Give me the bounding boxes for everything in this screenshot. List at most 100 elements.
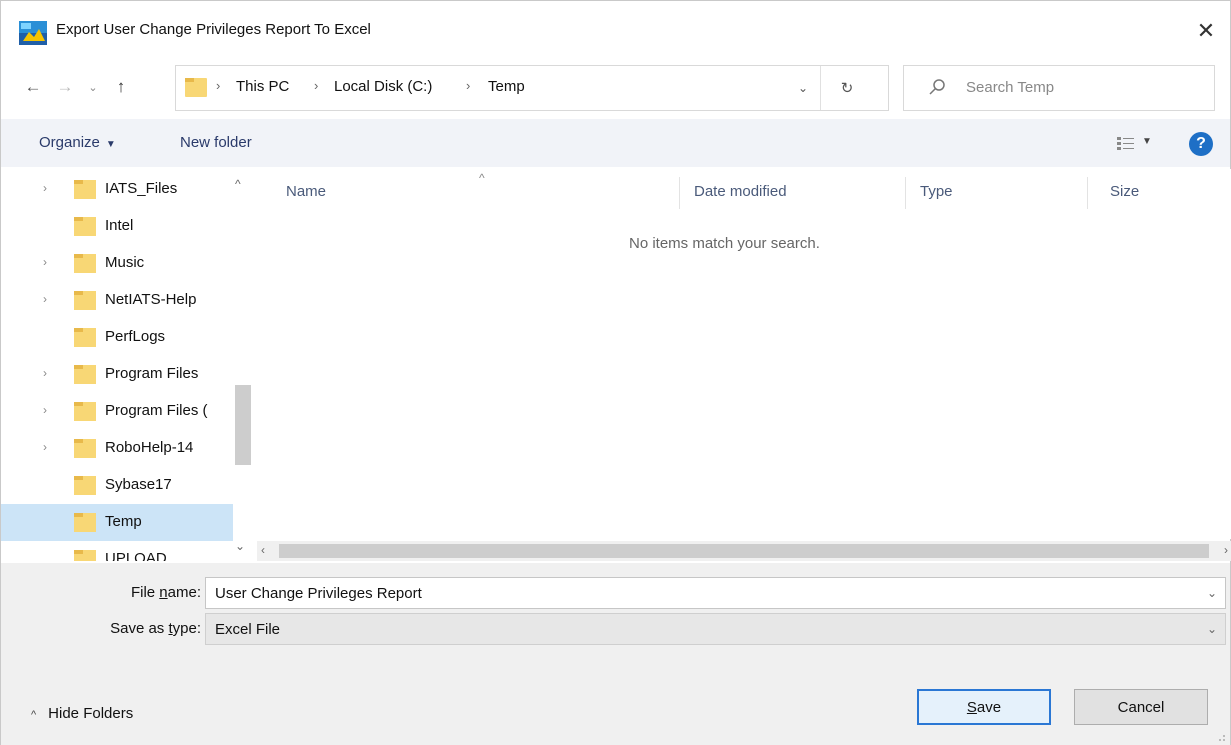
sidebar-item-upload[interactable]: UPLOAD xyxy=(1,541,233,561)
window-title: Export User Change Privileges Report To … xyxy=(56,21,371,38)
close-icon[interactable]: ✕ xyxy=(1182,9,1230,53)
excel-export-app-icon xyxy=(19,21,47,45)
file-name-dropdown-icon[interactable]: ⌄ xyxy=(1207,586,1217,600)
sort-ascending-icon: ^ xyxy=(479,171,485,185)
address-dropdown-icon[interactable]: ⌄ xyxy=(792,76,814,100)
save-options-panel: File name: User Change Privileges Report… xyxy=(1,563,1230,745)
folder-icon xyxy=(74,180,96,199)
expand-chevron-icon[interactable]: › xyxy=(43,403,47,417)
folder-icon xyxy=(74,254,96,273)
sidebar-item-netiats-help[interactable]: › NetIATS-Help xyxy=(1,282,233,319)
folder-icon xyxy=(74,439,96,458)
sidebar-item-label: Temp xyxy=(105,513,142,530)
sidebar-item-label: Intel xyxy=(105,217,134,234)
column-divider xyxy=(1087,177,1088,209)
file-name-value: User Change Privileges Report xyxy=(215,585,422,602)
sidebar-item-iats-files[interactable]: › IATS_Files xyxy=(1,171,233,208)
column-header-date-modified[interactable]: Date modified xyxy=(694,183,787,207)
folder-icon xyxy=(74,328,96,347)
breadcrumb-local-disk[interactable]: Local Disk (C:) xyxy=(334,78,432,95)
sidebar-item-label: Music xyxy=(105,254,145,271)
column-divider xyxy=(905,177,906,209)
sidebar-item-label: Program Files ( xyxy=(105,402,208,419)
nav-pane-scroll-thumb[interactable] xyxy=(235,385,251,465)
horizontal-scroll-thumb[interactable] xyxy=(279,544,1209,558)
organize-button[interactable]: Organize ▼ xyxy=(39,134,116,151)
folder-icon xyxy=(185,78,207,97)
cancel-button[interactable]: Cancel xyxy=(1074,689,1208,725)
sidebar-item-robohelp-14[interactable]: › RoboHelp-14 xyxy=(1,430,233,467)
view-options-button[interactable]: ▼ xyxy=(1116,134,1156,154)
breadcrumb-separator: › xyxy=(314,78,319,93)
folder-icon xyxy=(74,550,96,561)
sidebar-item-label: Program Files xyxy=(105,365,199,382)
search-placeholder: Search Temp xyxy=(966,79,1055,96)
address-divider xyxy=(820,66,821,110)
sidebar-item-label: IATS_Files xyxy=(105,180,178,197)
expand-chevron-icon[interactable]: › xyxy=(43,440,47,454)
back-arrow-icon[interactable]: ← xyxy=(21,75,45,99)
folder-icon xyxy=(74,476,96,495)
scroll-up-icon[interactable]: ^ xyxy=(235,177,241,191)
recent-locations-chevron-icon[interactable]: ⌄ xyxy=(83,75,103,99)
sidebar-item-music[interactable]: › Music xyxy=(1,245,233,282)
column-header-size[interactable]: Size xyxy=(1110,183,1139,207)
sidebar-item-sybase17[interactable]: Sybase17 xyxy=(1,467,233,504)
view-list-icon xyxy=(1117,137,1134,150)
chevron-up-icon: ^ xyxy=(31,709,37,721)
sidebar-item-label: UPLOAD xyxy=(105,550,167,561)
command-toolbar: Organize ▼ New folder ▼ ? xyxy=(1,119,1230,167)
forward-arrow-icon[interactable]: → xyxy=(53,75,77,99)
navigation-pane: › IATS_Files Intel › Music › NetIATS-Help PerfL… xyxy=(1,169,253,561)
breadcrumb-this-pc[interactable]: This PC xyxy=(236,78,289,95)
new-folder-button[interactable]: New folder xyxy=(180,134,252,151)
search-input[interactable]: Search Temp xyxy=(903,65,1215,111)
sidebar-item-program-files[interactable]: › Program Files xyxy=(1,356,233,393)
save-dialog: Export User Change Privileges Report To … xyxy=(0,0,1231,745)
nav-pane-scrollbar[interactable]: ^ ⌄ xyxy=(233,169,253,561)
sidebar-item-perflogs[interactable]: PerfLogs xyxy=(1,319,233,356)
breadcrumb-temp[interactable]: Temp xyxy=(488,78,525,95)
sidebar-item-program-files[interactable]: › Program Files ( xyxy=(1,393,233,430)
address-bar[interactable]: › This PC › Local Disk (C:) › Temp ⌄ ↻ xyxy=(175,65,889,111)
scroll-left-icon[interactable]: ‹ xyxy=(261,543,265,557)
title-bar: Export User Change Privileges Report To … xyxy=(1,1,1230,61)
sidebar-item-temp[interactable]: Temp xyxy=(1,504,233,541)
scroll-right-icon[interactable]: › xyxy=(1224,543,1228,557)
expand-chevron-icon[interactable]: › xyxy=(43,366,47,380)
sidebar-item-label: PerfLogs xyxy=(105,328,166,345)
expand-chevron-icon[interactable]: › xyxy=(43,292,47,306)
up-arrow-icon[interactable]: ↑ xyxy=(109,75,133,99)
search-icon xyxy=(929,79,945,95)
empty-folder-message: No items match your search. xyxy=(629,235,820,252)
file-name-field[interactable]: User Change Privileges Report ⌄ xyxy=(205,577,1226,609)
file-list: ^ Name Date modified Type Size No items … xyxy=(257,169,1231,539)
save-as-type-dropdown-icon: ⌄ xyxy=(1206,622,1217,636)
save-as-type-select[interactable]: Excel File ⌄ xyxy=(205,613,1226,645)
save-button[interactable]: Save xyxy=(917,689,1051,725)
expand-chevron-icon[interactable]: › xyxy=(43,255,47,269)
file-name-label: File name: xyxy=(130,584,201,601)
breadcrumb-separator: › xyxy=(216,78,221,93)
folder-icon xyxy=(74,365,96,384)
scroll-down-icon[interactable]: ⌄ xyxy=(235,539,245,553)
hide-folders-button[interactable]: ^ Hide Folders xyxy=(31,705,133,722)
file-list-horizontal-scrollbar[interactable]: ‹ › xyxy=(257,541,1231,561)
resize-grip-icon[interactable] xyxy=(1216,732,1226,742)
expand-chevron-icon[interactable]: › xyxy=(43,181,47,195)
navigation-bar: ← → ⌄ ↑ › This PC › Local Disk (C:) › Te… xyxy=(1,63,1230,113)
view-caret-icon: ▼ xyxy=(1142,136,1152,147)
folder-icon xyxy=(74,513,96,532)
column-header-type[interactable]: Type xyxy=(920,183,953,207)
sidebar-item-intel[interactable]: Intel xyxy=(1,208,233,245)
folder-icon xyxy=(74,402,96,421)
folder-icon xyxy=(74,291,96,310)
help-icon[interactable]: ? xyxy=(1189,132,1213,156)
sidebar-item-label: RoboHelp-14 xyxy=(105,439,194,456)
column-header-name[interactable]: Name xyxy=(286,183,326,207)
folder-icon xyxy=(74,217,96,236)
column-divider xyxy=(679,177,680,209)
sidebar-item-label: Sybase17 xyxy=(105,476,172,493)
refresh-icon[interactable]: ↻ xyxy=(832,76,862,100)
save-as-type-label: Save as type: xyxy=(110,620,201,637)
